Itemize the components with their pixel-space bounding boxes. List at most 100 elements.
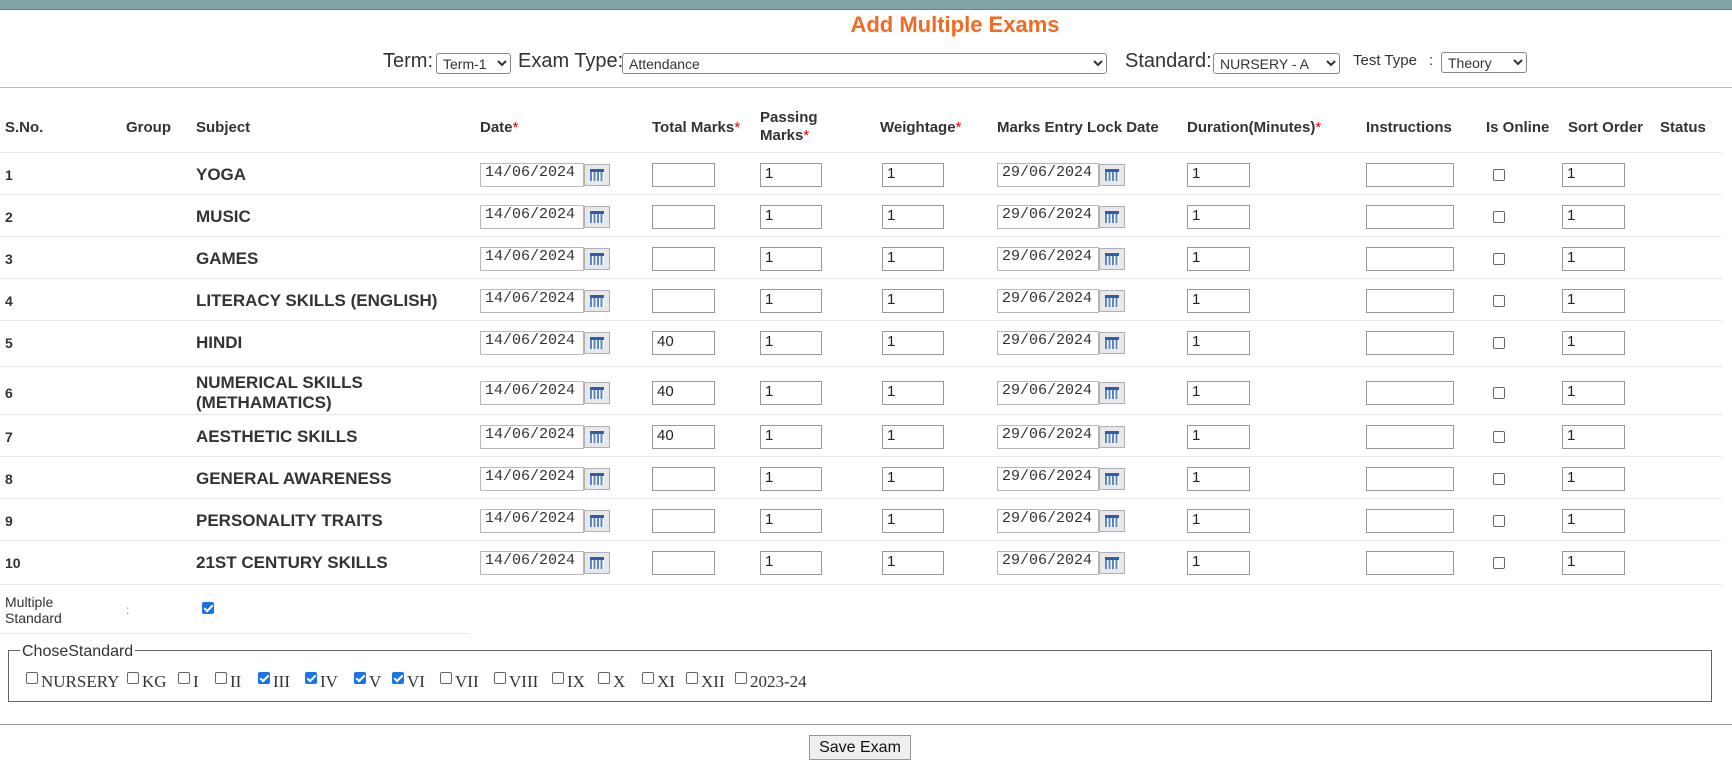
- standard-checkbox[interactable]: [552, 672, 564, 684]
- standard-checkbox[interactable]: [215, 672, 227, 684]
- date-input[interactable]: 14/06/2024: [480, 289, 584, 313]
- calendar-icon[interactable]: [1099, 248, 1125, 270]
- calendar-icon[interactable]: [1099, 468, 1125, 490]
- term-select[interactable]: Term-1: [436, 53, 511, 74]
- instructions-input[interactable]: [1366, 205, 1454, 229]
- passing-marks-input[interactable]: 1: [760, 551, 822, 575]
- standard-checkbox[interactable]: [127, 672, 139, 684]
- weightage-input[interactable]: 1: [882, 289, 944, 313]
- total-marks-input[interactable]: [652, 467, 715, 491]
- standard-checkbox[interactable]: [26, 672, 38, 684]
- standard-select[interactable]: NURSERY - A: [1213, 53, 1340, 74]
- sort-order-input[interactable]: 1: [1562, 425, 1625, 449]
- sort-order-input[interactable]: 1: [1562, 289, 1625, 313]
- total-marks-input[interactable]: [652, 163, 715, 187]
- weightage-input[interactable]: 1: [882, 247, 944, 271]
- instructions-input[interactable]: [1366, 509, 1454, 533]
- duration-input[interactable]: 1: [1187, 247, 1250, 271]
- date-input[interactable]: 14/06/2024: [480, 163, 584, 187]
- instructions-input[interactable]: [1366, 247, 1454, 271]
- duration-input[interactable]: 1: [1187, 509, 1250, 533]
- instructions-input[interactable]: [1366, 425, 1454, 449]
- weightage-input[interactable]: 1: [882, 331, 944, 355]
- standard-checkbox[interactable]: [642, 672, 654, 684]
- calendar-icon[interactable]: [584, 552, 610, 574]
- standard-checkbox[interactable]: [392, 672, 404, 684]
- total-marks-input[interactable]: [652, 509, 715, 533]
- lock-date-input[interactable]: 29/06/2024: [997, 163, 1099, 187]
- duration-input[interactable]: 1: [1187, 331, 1250, 355]
- standard-checkbox[interactable]: [735, 672, 747, 684]
- date-input[interactable]: 14/06/2024: [480, 467, 584, 491]
- weightage-input[interactable]: 1: [882, 425, 944, 449]
- is-online-checkbox[interactable]: [1493, 253, 1505, 265]
- lock-date-input[interactable]: 29/06/2024: [997, 425, 1099, 449]
- is-online-checkbox[interactable]: [1493, 473, 1505, 485]
- standard-checkbox[interactable]: [258, 672, 270, 684]
- exam-type-select[interactable]: Attendance: [622, 53, 1107, 74]
- save-exam-button[interactable]: Save Exam: [809, 735, 911, 760]
- date-input[interactable]: 14/06/2024: [480, 509, 584, 533]
- weightage-input[interactable]: 1: [882, 381, 944, 405]
- total-marks-input[interactable]: 40: [652, 425, 715, 449]
- sort-order-input[interactable]: 1: [1562, 509, 1625, 533]
- date-input[interactable]: 14/06/2024: [480, 425, 584, 449]
- passing-marks-input[interactable]: 1: [760, 509, 822, 533]
- duration-input[interactable]: 1: [1187, 467, 1250, 491]
- instructions-input[interactable]: [1366, 551, 1454, 575]
- calendar-icon[interactable]: [584, 248, 610, 270]
- total-marks-input[interactable]: [652, 205, 715, 229]
- is-online-checkbox[interactable]: [1493, 557, 1505, 569]
- passing-marks-input[interactable]: 1: [760, 289, 822, 313]
- test-type-select[interactable]: Theory: [1441, 52, 1527, 73]
- standard-checkbox[interactable]: [598, 672, 610, 684]
- calendar-icon[interactable]: [584, 382, 610, 404]
- weightage-input[interactable]: 1: [882, 467, 944, 491]
- calendar-icon[interactable]: [1099, 510, 1125, 532]
- lock-date-input[interactable]: 29/06/2024: [997, 205, 1099, 229]
- lock-date-input[interactable]: 29/06/2024: [997, 509, 1099, 533]
- lock-date-input[interactable]: 29/06/2024: [997, 551, 1099, 575]
- date-input[interactable]: 14/06/2024: [480, 381, 584, 405]
- total-marks-input[interactable]: 40: [652, 381, 715, 405]
- calendar-icon[interactable]: [1099, 332, 1125, 354]
- date-input[interactable]: 14/06/2024: [480, 551, 584, 575]
- instructions-input[interactable]: [1366, 289, 1454, 313]
- is-online-checkbox[interactable]: [1493, 169, 1505, 181]
- passing-marks-input[interactable]: 1: [760, 331, 822, 355]
- passing-marks-input[interactable]: 1: [760, 163, 822, 187]
- duration-input[interactable]: 1: [1187, 425, 1250, 449]
- calendar-icon[interactable]: [1099, 382, 1125, 404]
- lock-date-input[interactable]: 29/06/2024: [997, 247, 1099, 271]
- is-online-checkbox[interactable]: [1493, 387, 1505, 399]
- calendar-icon[interactable]: [1099, 552, 1125, 574]
- sort-order-input[interactable]: 1: [1562, 205, 1625, 229]
- is-online-checkbox[interactable]: [1493, 211, 1505, 223]
- calendar-icon[interactable]: [1099, 206, 1125, 228]
- calendar-icon[interactable]: [1099, 426, 1125, 448]
- calendar-icon[interactable]: [584, 206, 610, 228]
- passing-marks-input[interactable]: 1: [760, 425, 822, 449]
- standard-checkbox[interactable]: [440, 672, 452, 684]
- duration-input[interactable]: 1: [1187, 381, 1250, 405]
- duration-input[interactable]: 1: [1187, 289, 1250, 313]
- duration-input[interactable]: 1: [1187, 205, 1250, 229]
- sort-order-input[interactable]: 1: [1562, 247, 1625, 271]
- lock-date-input[interactable]: 29/06/2024: [997, 289, 1099, 313]
- standard-checkbox[interactable]: [494, 672, 506, 684]
- weightage-input[interactable]: 1: [882, 551, 944, 575]
- lock-date-input[interactable]: 29/06/2024: [997, 381, 1099, 405]
- date-input[interactable]: 14/06/2024: [480, 331, 584, 355]
- total-marks-input[interactable]: [652, 551, 715, 575]
- is-online-checkbox[interactable]: [1493, 515, 1505, 527]
- passing-marks-input[interactable]: 1: [760, 247, 822, 271]
- duration-input[interactable]: 1: [1187, 551, 1250, 575]
- calendar-icon[interactable]: [584, 290, 610, 312]
- is-online-checkbox[interactable]: [1493, 337, 1505, 349]
- calendar-icon[interactable]: [584, 510, 610, 532]
- sort-order-input[interactable]: 1: [1562, 551, 1625, 575]
- date-input[interactable]: 14/06/2024: [480, 205, 584, 229]
- calendar-icon[interactable]: [1099, 164, 1125, 186]
- calendar-icon[interactable]: [1099, 290, 1125, 312]
- passing-marks-input[interactable]: 1: [760, 467, 822, 491]
